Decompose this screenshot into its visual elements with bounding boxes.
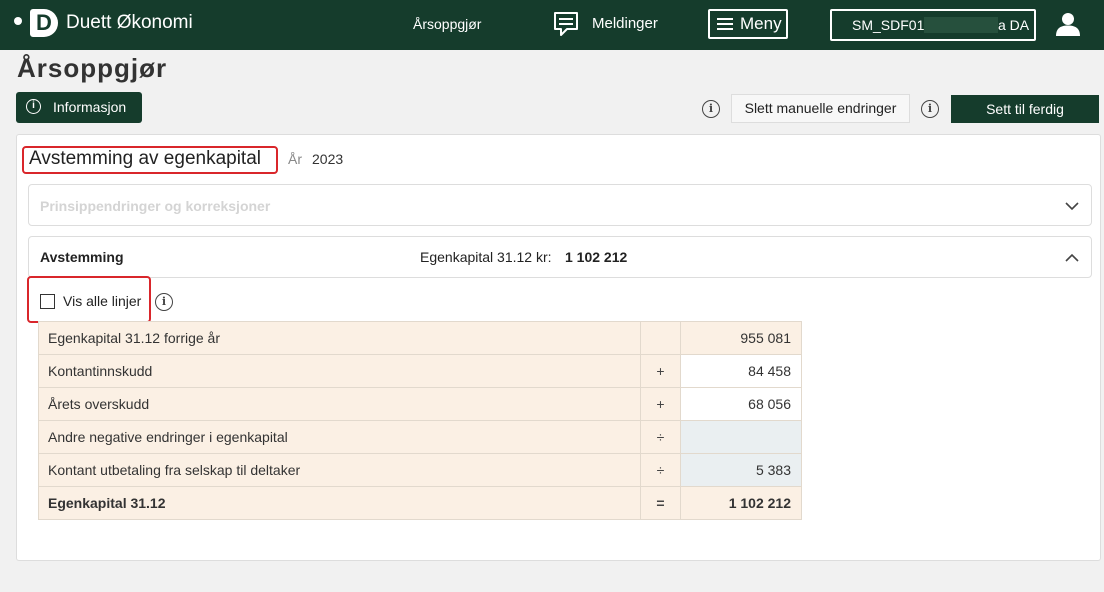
egenkapital-summary-label: Egenkapital 31.12 kr: bbox=[420, 249, 552, 265]
hamburger-icon bbox=[717, 18, 733, 30]
row-operator: ÷ bbox=[640, 420, 681, 454]
year-label: År bbox=[288, 151, 302, 167]
company-selector[interactable]: SM_SDF01 a DA bbox=[830, 9, 1036, 41]
delete-manual-changes-button[interactable]: Slett manuelle endringer bbox=[731, 94, 910, 123]
table-row: Kontantinnskudd + 84 458 bbox=[38, 354, 802, 388]
row-operator: + bbox=[640, 387, 681, 421]
information-button[interactable]: i Informasjon bbox=[16, 92, 142, 123]
company-suffix: a DA bbox=[998, 17, 1030, 33]
redacted-company-name bbox=[924, 17, 998, 33]
row-value-input[interactable]: 84 458 bbox=[680, 354, 802, 388]
info-circle-icon[interactable]: i bbox=[155, 293, 173, 311]
show-all-lines-label[interactable]: Vis alle linjer bbox=[63, 293, 141, 309]
chevron-down-icon bbox=[1065, 202, 1079, 211]
show-all-lines-checkbox[interactable] bbox=[40, 294, 55, 309]
row-value bbox=[680, 420, 802, 454]
user-icon[interactable] bbox=[1055, 11, 1081, 37]
logo-dot bbox=[14, 17, 22, 25]
row-operator: = bbox=[640, 486, 681, 520]
information-button-label: Informasjon bbox=[53, 99, 127, 115]
info-circle-icon[interactable]: i bbox=[921, 100, 939, 118]
table-row: Årets overskudd + 68 056 bbox=[38, 387, 802, 421]
year-value: 2023 bbox=[312, 151, 344, 167]
table-row: Kontant utbetaling fra selskap til delta… bbox=[38, 453, 802, 487]
row-label: Kontantinnskudd bbox=[38, 354, 641, 388]
mark-done-button[interactable]: Sett til ferdig bbox=[951, 95, 1099, 123]
top-bar: D Duett Økonomi Årsoppgjør Meldinger Men… bbox=[0, 0, 1104, 50]
row-operator bbox=[640, 321, 681, 355]
app-name[interactable]: Duett Økonomi bbox=[66, 12, 193, 34]
prinsippendringer-panel[interactable]: Prinsippendringer og korreksjoner bbox=[28, 184, 1092, 226]
row-value: 1 102 212 bbox=[680, 486, 802, 520]
row-label: Årets overskudd bbox=[38, 387, 641, 421]
table-row: Andre negative endringer i egenkapital ÷ bbox=[38, 420, 802, 454]
nav-meldinger[interactable]: Meldinger bbox=[592, 15, 658, 32]
row-label: Egenkapital 31.12 forrige år bbox=[38, 321, 641, 355]
menu-label: Meny bbox=[740, 14, 782, 33]
row-value: 955 081 bbox=[680, 321, 802, 355]
row-operator: + bbox=[640, 354, 681, 388]
chevron-up-icon bbox=[1065, 253, 1079, 262]
row-value: 5 383 bbox=[680, 453, 802, 487]
table-row: Egenkapital 31.12 forrige år 955 081 bbox=[38, 321, 802, 355]
page-title: Årsoppgjør bbox=[17, 53, 168, 83]
avstemming-panel[interactable]: Avstemming Egenkapital 31.12 kr: 1 102 2… bbox=[28, 236, 1092, 278]
reconciliation-table: Egenkapital 31.12 forrige år 955 081 Kon… bbox=[38, 321, 802, 520]
section-title: Avstemming av egenkapital bbox=[22, 146, 278, 174]
chat-bubble-icon[interactable] bbox=[552, 10, 580, 38]
egenkapital-summary-value: 1 102 212 bbox=[565, 249, 628, 265]
row-label: Kontant utbetaling fra selskap til delta… bbox=[38, 453, 641, 487]
row-label: Andre negative endringer i egenkapital bbox=[38, 420, 641, 454]
row-operator: ÷ bbox=[640, 453, 681, 487]
info-circle-icon[interactable]: i bbox=[702, 100, 720, 118]
row-label: Egenkapital 31.12 bbox=[38, 486, 641, 520]
table-row-total: Egenkapital 31.12 = 1 102 212 bbox=[38, 486, 802, 520]
info-circle-icon: i bbox=[26, 99, 41, 114]
company-code: SM_SDF01 bbox=[852, 17, 925, 33]
duett-logo-icon[interactable]: D bbox=[30, 9, 58, 37]
prinsippendringer-panel-title: Prinsippendringer og korreksjoner bbox=[40, 198, 271, 214]
row-value-input[interactable]: 68 056 bbox=[680, 387, 802, 421]
menu-button[interactable]: Meny bbox=[708, 9, 788, 39]
avstemming-panel-title: Avstemming bbox=[40, 249, 124, 265]
nav-arsoppgjor[interactable]: Årsoppgjør bbox=[413, 16, 481, 32]
